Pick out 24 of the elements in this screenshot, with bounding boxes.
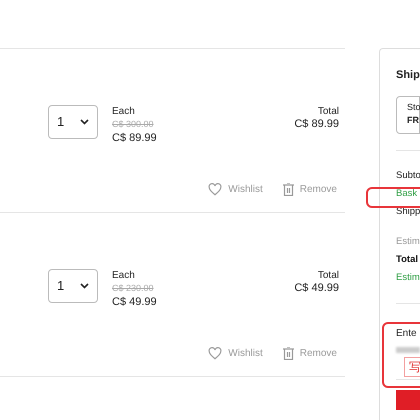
shipping-option[interactable]: Sto FR xyxy=(396,96,420,134)
summary-line: Estim xyxy=(396,270,420,284)
summary-title: Ship xyxy=(396,68,420,83)
remove-link[interactable]: Remove xyxy=(282,346,337,361)
total-label: Total xyxy=(318,269,339,282)
summary-line: Bask xyxy=(396,186,418,200)
total-label: Total xyxy=(318,105,339,118)
each-label: Each xyxy=(112,269,136,282)
promo-code-label: Ente xyxy=(396,326,418,340)
price: C$ 89.99 xyxy=(112,132,157,145)
each-label: Each xyxy=(112,105,136,118)
summary-line: Total xyxy=(396,252,419,266)
price: C$ 49.99 xyxy=(112,296,157,309)
remove-link[interactable]: Remove xyxy=(282,182,337,197)
quantity-select[interactable]: 1 xyxy=(48,105,98,139)
old-price: C$ 300.00 xyxy=(112,118,155,131)
quantity-select[interactable]: 1 xyxy=(48,269,98,303)
old-price: C$ 230.00 xyxy=(112,282,155,295)
promo-button[interactable]: 写 xyxy=(404,356,420,376)
total-price: C$ 89.99 xyxy=(294,118,339,131)
wishlist-link[interactable]: Wishlist xyxy=(208,346,263,361)
summary-line: Estim xyxy=(396,234,420,248)
total-price: C$ 49.99 xyxy=(294,282,339,295)
wishlist-link[interactable]: Wishlist xyxy=(208,182,263,197)
